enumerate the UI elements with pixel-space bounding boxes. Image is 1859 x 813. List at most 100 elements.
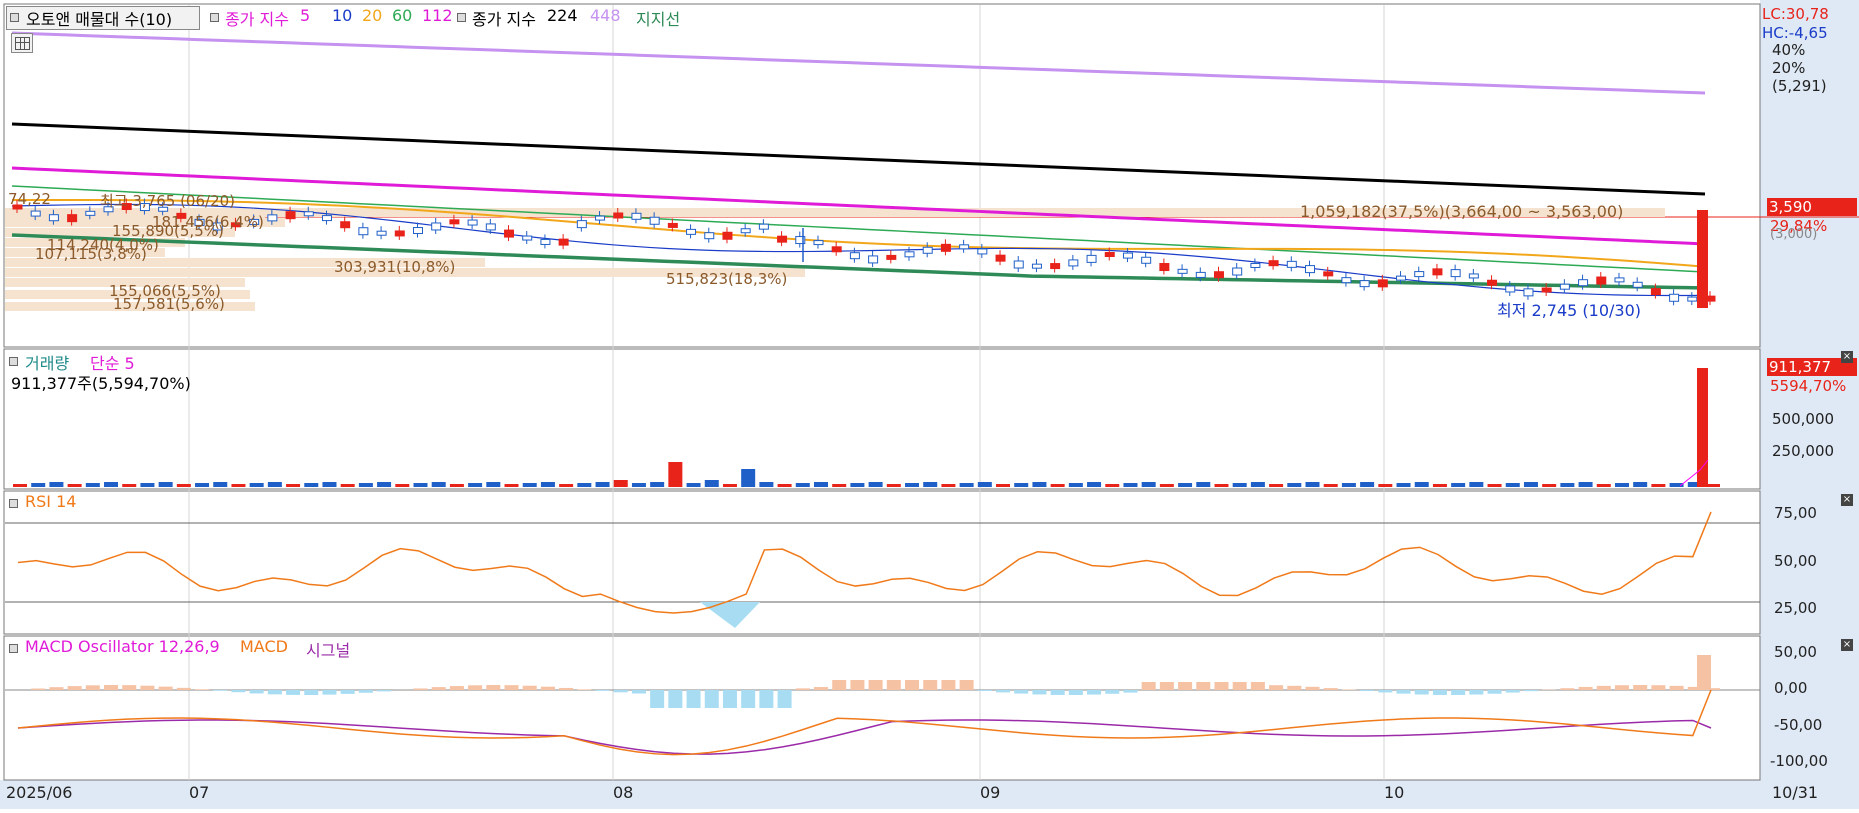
macd-osc-bar-42 bbox=[778, 690, 792, 708]
volume-bar-9 bbox=[177, 484, 191, 487]
volume-bar-65 bbox=[1196, 482, 1210, 487]
volume-bar-57 bbox=[1051, 484, 1065, 487]
last-candle bbox=[1697, 210, 1708, 308]
chart-canvas[interactable] bbox=[0, 0, 1859, 809]
candle-body-30 bbox=[559, 239, 568, 245]
volume-bar-27 bbox=[505, 484, 519, 487]
macd-osc-bar-79 bbox=[1451, 690, 1465, 695]
grid-table-button[interactable] bbox=[11, 33, 33, 53]
volume-bar-70 bbox=[1287, 483, 1301, 487]
macd-osc-bar-1 bbox=[31, 689, 45, 690]
volume-bar-52 bbox=[960, 483, 974, 487]
ma112-label: 112 bbox=[422, 6, 453, 25]
volume-bar-58 bbox=[1069, 483, 1083, 487]
macd-osc-bar-50 bbox=[923, 680, 937, 690]
volume-bar-34 bbox=[632, 483, 646, 487]
date-axis-background bbox=[0, 780, 1859, 809]
macd-osc-bar-2 bbox=[49, 687, 63, 690]
volume-bar-0 bbox=[13, 484, 27, 487]
candle-body-50 bbox=[923, 247, 932, 253]
volume-bar-64 bbox=[1178, 483, 1192, 487]
candle-body-70 bbox=[1287, 261, 1296, 267]
volume-bar-46 bbox=[850, 483, 864, 487]
macd-osc-bar-31 bbox=[577, 689, 591, 690]
vp-label-5: 303,931(10,8%) bbox=[334, 258, 455, 276]
candle-body-27 bbox=[505, 230, 514, 237]
candle-body-53 bbox=[978, 249, 987, 254]
volume-bar-16 bbox=[304, 483, 318, 487]
legend-toggle-icon[interactable] bbox=[10, 13, 19, 22]
macd-osc-bar-36 bbox=[668, 690, 682, 708]
ma-legend-toggle-icon[interactable] bbox=[210, 13, 219, 22]
candle-body-66 bbox=[1214, 272, 1223, 278]
macd-osc-title[interactable]: MACD Oscillator 12,26,9 bbox=[25, 637, 220, 656]
macd-line-label: MACD bbox=[240, 637, 288, 656]
volume-bar-21 bbox=[395, 484, 409, 487]
candle-body-59 bbox=[1087, 255, 1096, 262]
volume-bar-79 bbox=[1451, 483, 1465, 487]
last-volume-bar bbox=[1697, 368, 1708, 487]
volume-bar-80 bbox=[1469, 482, 1483, 487]
volume-bar-88 bbox=[1615, 483, 1629, 487]
candle-body-26 bbox=[486, 224, 495, 230]
rsi-title[interactable]: RSI 14 bbox=[25, 492, 76, 511]
candle-body-89 bbox=[1633, 282, 1642, 287]
pct40-tick: 40% bbox=[1772, 41, 1805, 59]
long-ma-legend-label[interactable]: 종가 지수 bbox=[472, 6, 536, 30]
macd-osc-bar-30 bbox=[559, 688, 573, 690]
volume-bar-50 bbox=[923, 482, 937, 487]
volume-bar-26 bbox=[486, 482, 500, 487]
macd-osc-bar-17 bbox=[322, 690, 336, 695]
candle-body-47 bbox=[869, 256, 878, 263]
volume-profile-title[interactable]: 오토앤 매물대 수(10) bbox=[26, 6, 172, 30]
low-price-label: 최저 2,745 (10/30) bbox=[1497, 297, 1641, 321]
macd-osc-bar-91 bbox=[1670, 686, 1684, 690]
stock-chart[interactable]: 오토앤 매물대 수(10) 종가 지수 5 10 20 60 112 종가 지수… bbox=[0, 0, 1859, 809]
date-label-oct: 10 bbox=[1384, 783, 1404, 802]
volume-bar-84 bbox=[1542, 484, 1556, 487]
macd-osc-bar-51 bbox=[941, 680, 955, 690]
macd-osc-bar-13 bbox=[250, 690, 264, 693]
ma-legend-label[interactable]: 종가 지수 bbox=[225, 6, 289, 30]
candle-body-58 bbox=[1069, 260, 1078, 266]
volume-bar-71 bbox=[1306, 482, 1320, 487]
candle-body-34 bbox=[632, 213, 641, 219]
candle-body-4 bbox=[86, 211, 95, 215]
vp-label-8: 157,581(5,6%) bbox=[113, 295, 225, 313]
macd-osc-bar-61 bbox=[1123, 690, 1137, 693]
volume-bar-83 bbox=[1524, 482, 1538, 487]
macd-osc-bar-54 bbox=[996, 690, 1010, 692]
macd-toggle-icon[interactable] bbox=[9, 644, 18, 653]
volume-bar-72 bbox=[1324, 484, 1338, 487]
macd-osc-bar-78 bbox=[1433, 690, 1447, 695]
ma10-label: 10 bbox=[332, 6, 352, 25]
volume-toggle-icon[interactable] bbox=[9, 357, 18, 366]
candle-body-18 bbox=[341, 222, 350, 228]
macd-osc-bar-43 bbox=[796, 688, 810, 690]
candle-body-67 bbox=[1233, 268, 1242, 275]
volume-close-icon[interactable]: × bbox=[1841, 351, 1853, 363]
candle-body-73 bbox=[1342, 278, 1351, 283]
volume-bar-66 bbox=[1214, 484, 1228, 487]
macd-osc-bar-71 bbox=[1306, 687, 1320, 690]
macd-osc-bar-27 bbox=[505, 685, 519, 690]
ma5-label: 5 bbox=[300, 6, 310, 25]
rsi-toggle-icon[interactable] bbox=[9, 499, 18, 508]
candle-body-20 bbox=[377, 231, 386, 235]
volume-bar-3 bbox=[68, 484, 82, 487]
macd-close-icon[interactable]: × bbox=[1841, 639, 1853, 651]
volume-bar-31 bbox=[577, 483, 591, 487]
macd-signal-label: 시그널 bbox=[306, 637, 350, 661]
macd-osc-bar-74 bbox=[1360, 690, 1374, 691]
macd-osc-bar-66 bbox=[1214, 682, 1228, 690]
volume-bar-8 bbox=[159, 482, 173, 487]
candle-body-46 bbox=[850, 253, 859, 259]
macd-osc-bar-18 bbox=[341, 690, 355, 694]
macd-osc-bar-55 bbox=[1014, 690, 1028, 694]
rsi-tick-50: 50,00 bbox=[1774, 552, 1817, 570]
volume-bar-55 bbox=[1014, 483, 1028, 487]
long-ma-toggle-icon[interactable] bbox=[457, 13, 466, 22]
rsi-close-icon[interactable]: × bbox=[1841, 494, 1853, 506]
macd-osc-bar-47 bbox=[869, 680, 883, 690]
candle-body-62 bbox=[1142, 257, 1151, 263]
